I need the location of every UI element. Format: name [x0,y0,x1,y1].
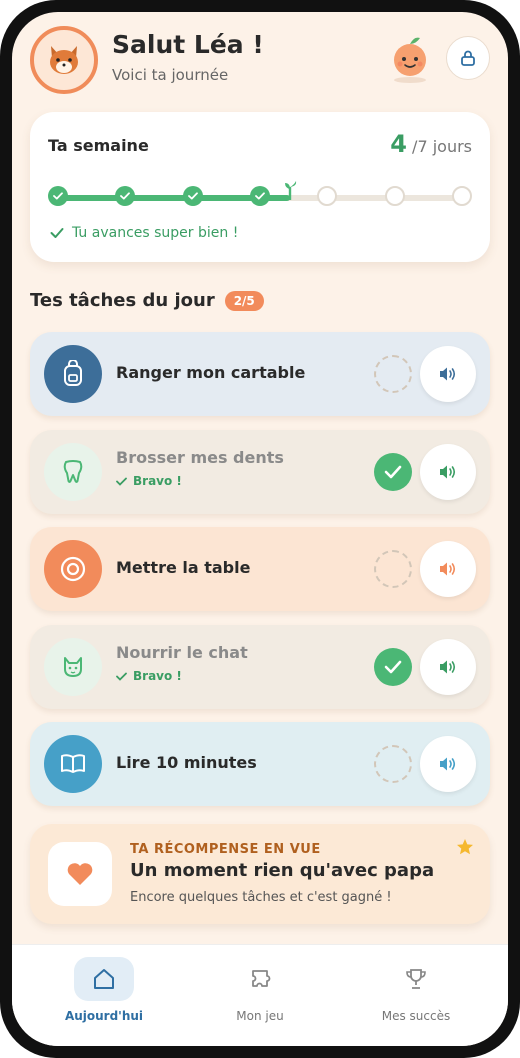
task-done-label: Bravo ! [116,669,182,683]
task-label: Lire 10 minutes [116,753,257,772]
task-icon-circle [44,443,102,501]
nav-icon-box [230,957,290,1001]
check-icon [384,465,402,479]
reward-title: Un moment rien qu'avec papa [130,860,435,881]
book-icon [61,754,85,773]
peach-mascot-icon [388,34,432,84]
greeting: Salut Léa ! [112,30,264,59]
cat-icon [64,657,82,677]
tasks-title: Tes tâches du jour [30,290,215,311]
task-status-done[interactable] [374,453,412,491]
task-status-pending[interactable] [374,745,412,783]
backpack-icon [64,360,82,386]
check-icon [53,192,63,200]
check-icon [50,228,64,238]
task-sound-button[interactable] [420,541,476,597]
day-dot-todo [452,186,472,206]
task-icon-circle [44,638,102,696]
nav-item-achievements[interactable]: Mes succès [346,957,486,1027]
check-icon [120,192,131,200]
plate-icon [60,556,86,582]
heart-icon [67,863,93,885]
header: Salut Léa ! Voici ta journée [30,26,490,94]
task-sound-button[interactable] [420,444,476,500]
task-status-pending[interactable] [374,550,412,588]
week-count: 4 /7 jours [390,130,472,158]
check-icon [187,192,198,200]
task-label: Brosser mes dents [116,448,284,467]
task-label: Mettre la table [116,558,251,577]
nav-label: Mes succès [381,1009,451,1023]
task-card[interactable]: Lire 10 minutes [30,722,490,806]
week-count-value: 4 [390,130,407,158]
speaker-icon [440,562,456,576]
task-icon-circle [44,735,102,793]
task-label: Ranger mon cartable [116,363,306,382]
task-sound-button[interactable] [420,639,476,695]
fox-avatar[interactable] [30,26,98,94]
task-icon-circle [44,540,102,598]
day-dot-done [250,186,270,206]
check-icon [255,192,265,200]
task-done-text: Bravo ! [133,474,182,488]
day-dot-done [48,186,68,206]
speaker-icon [440,465,456,479]
lock-button[interactable] [446,36,490,80]
nav-item-game[interactable]: Mon jeu [190,957,330,1027]
puzzle-icon [252,970,271,987]
nav-label: Aujourd'hui [64,1009,144,1023]
week-message-text: Tu avances super bien ! [72,225,239,241]
reward-subtitle: Encore quelques tâches et c'est gagné ! [130,890,392,905]
task-sound-button[interactable] [420,346,476,402]
fox-icon [50,46,78,74]
lock-icon [461,50,475,66]
bottom-nav: Aujourd'hui Mon jeu Mes succès [12,944,508,1046]
week-message: Tu avances super bien ! [50,225,238,241]
task-card[interactable]: Nourrir le chat Bravo ! [30,625,490,709]
check-icon [116,672,127,681]
task-label: Nourrir le chat [116,643,248,662]
nav-item-today[interactable]: Aujourd'hui [34,957,174,1027]
check-icon [384,660,402,674]
speaker-icon [440,757,456,771]
speaker-icon [440,660,456,674]
check-icon [116,477,127,486]
trophy-icon [406,969,426,989]
week-title: Ta semaine [48,136,149,155]
reward-icon-box [48,842,112,906]
tasks-count-badge: 2/5 [224,290,264,311]
task-card[interactable]: Brosser mes dents Bravo ! [30,430,490,514]
sprout-icon [284,180,298,204]
nav-icon-box [74,957,134,1001]
home-icon [94,969,114,989]
task-card[interactable]: Mettre la table [30,527,490,611]
task-done-text: Bravo ! [133,669,182,683]
week-count-suffix: /7 jours [412,137,472,156]
nav-icon-box [386,957,446,1001]
task-icon-circle [44,345,102,403]
task-card[interactable]: Ranger mon cartable [30,332,490,416]
day-dot-done [182,186,203,206]
reward-kicker: TA RÉCOMPENSE EN VUE [130,842,321,857]
task-sound-button[interactable] [420,736,476,792]
star-icon [456,838,474,860]
day-dot-todo [384,186,405,206]
phone-frame: Salut Léa ! Voici ta journée Ta semaine [0,0,520,1058]
reward-card[interactable]: TA RÉCOMPENSE EN VUE Un moment rien qu'a… [30,824,490,924]
app-screen: Salut Léa ! Voici ta journée Ta semaine [12,12,508,1046]
task-done-label: Bravo ! [116,474,182,488]
greeting-subtitle: Voici ta journée [112,66,229,84]
speaker-icon [440,367,456,381]
tasks-section-title: Tes tâches du jour 2/5 [30,290,264,311]
task-status-pending[interactable] [374,355,412,393]
task-status-done[interactable] [374,648,412,686]
nav-label: Mon jeu [236,1009,284,1023]
week-progress-card: Ta semaine 4 /7 jours Tu avances super b… [30,112,490,262]
day-dot-done [115,186,136,206]
day-dot-todo [317,186,338,206]
tooth-icon [63,460,83,483]
